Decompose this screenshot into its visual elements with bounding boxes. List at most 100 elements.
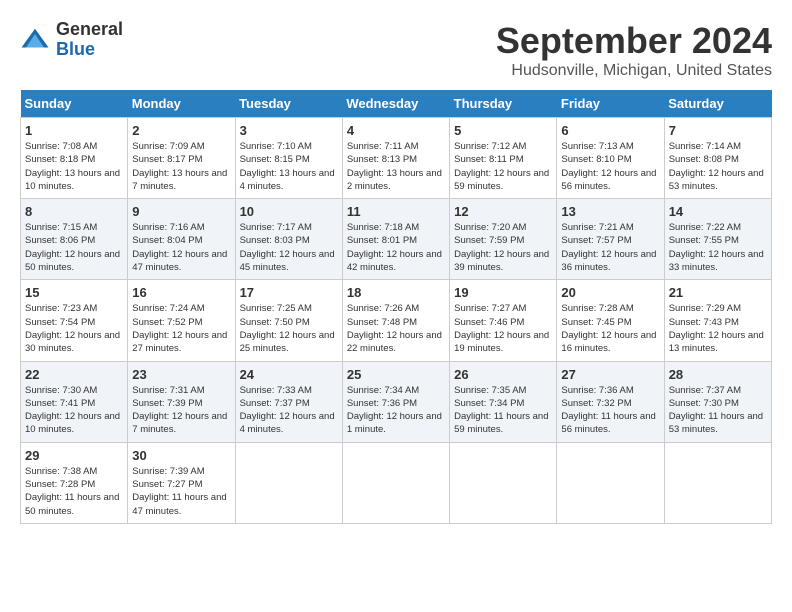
calendar-cell <box>235 442 342 523</box>
weekday-header: Tuesday <box>235 90 342 118</box>
logo-blue: Blue <box>56 40 123 60</box>
calendar-cell: 14 Sunrise: 7:22 AMSunset: 7:55 PMDayligh… <box>664 199 771 280</box>
calendar-cell: 8 Sunrise: 7:15 AMSunset: 8:06 PMDaylight… <box>21 199 128 280</box>
calendar-table: SundayMondayTuesdayWednesdayThursdayFrid… <box>20 90 772 524</box>
calendar-cell: 1 Sunrise: 7:08 AMSunset: 8:18 PMDaylight… <box>21 118 128 199</box>
day-info: Sunrise: 7:10 AMSunset: 8:15 PMDaylight:… <box>240 140 338 193</box>
calendar-cell: 24Sunrise: 7:33 AMSunset: 7:37 PMDayligh… <box>235 361 342 442</box>
weekday-header: Thursday <box>450 90 557 118</box>
day-info: Sunrise: 7:27 AMSunset: 7:46 PMDaylight:… <box>454 302 552 355</box>
day-number: 30 <box>132 448 230 463</box>
calendar-week-row: 8 Sunrise: 7:15 AMSunset: 8:06 PMDaylight… <box>21 199 772 280</box>
day-info: Sunrise: 7:18 AMSunset: 8:01 PMDaylight:… <box>347 221 445 274</box>
day-number: 1 <box>25 123 123 138</box>
day-number: 16 <box>132 285 230 300</box>
calendar-cell: 3 Sunrise: 7:10 AMSunset: 8:15 PMDaylight… <box>235 118 342 199</box>
calendar-cell: 12Sunrise: 7:20 AMSunset: 7:59 PMDayligh… <box>450 199 557 280</box>
day-info: Sunrise: 7:15 AMSunset: 8:06 PMDaylight:… <box>25 221 123 274</box>
day-number: 20 <box>561 285 659 300</box>
calendar-cell: 10 Sunrise: 7:17 AMSunset: 8:03 PMDayligh… <box>235 199 342 280</box>
day-info: Sunrise: 7:14 AMSunset: 8:08 PMDaylight:… <box>669 140 767 193</box>
calendar-cell <box>450 442 557 523</box>
calendar-cell: 26 Sunrise: 7:35 AMSunset: 7:34 PMDayligh… <box>450 361 557 442</box>
day-info: Sunrise: 7:33 AMSunset: 7:37 PMDaylight:… <box>240 384 338 437</box>
day-info: Sunrise: 7:37 AMSunset: 7:30 PMDaylight:… <box>669 384 767 437</box>
calendar-cell: 27 Sunrise: 7:36 AMSunset: 7:32 PMDayligh… <box>557 361 664 442</box>
day-number: 9 <box>132 204 230 219</box>
day-number: 8 <box>25 204 123 219</box>
calendar-cell: 25Sunrise: 7:34 AMSunset: 7:36 PMDayligh… <box>342 361 449 442</box>
calendar-cell <box>557 442 664 523</box>
calendar-cell: 23Sunrise: 7:31 AMSunset: 7:39 PMDayligh… <box>128 361 235 442</box>
day-number: 6 <box>561 123 659 138</box>
weekday-header: Monday <box>128 90 235 118</box>
day-info: Sunrise: 7:28 AMSunset: 7:45 PMDaylight:… <box>561 302 659 355</box>
day-number: 23 <box>132 367 230 382</box>
day-number: 5 <box>454 123 552 138</box>
day-number: 26 <box>454 367 552 382</box>
day-number: 18 <box>347 285 445 300</box>
day-number: 22 <box>25 367 123 382</box>
calendar-cell <box>342 442 449 523</box>
day-info: Sunrise: 7:20 AMSunset: 7:59 PMDaylight:… <box>454 221 552 274</box>
day-number: 21 <box>669 285 767 300</box>
logo-general: General <box>56 20 123 40</box>
subtitle: Hudsonville, Michigan, United States <box>496 62 772 80</box>
logo-icon <box>20 25 50 55</box>
calendar-cell: 4 Sunrise: 7:11 AMSunset: 8:13 PMDaylight… <box>342 118 449 199</box>
day-number: 11 <box>347 204 445 219</box>
day-info: Sunrise: 7:34 AMSunset: 7:36 PMDaylight:… <box>347 384 445 437</box>
title-area: September 2024 Hudsonville, Michigan, Un… <box>496 20 772 80</box>
day-info: Sunrise: 7:23 AMSunset: 7:54 PMDaylight:… <box>25 302 123 355</box>
day-number: 10 <box>240 204 338 219</box>
day-info: Sunrise: 7:30 AMSunset: 7:41 PMDaylight:… <box>25 384 123 437</box>
day-info: Sunrise: 7:22 AMSunset: 7:55 PMDaylight:… <box>669 221 767 274</box>
calendar-cell: 6 Sunrise: 7:13 AMSunset: 8:10 PMDaylight… <box>557 118 664 199</box>
day-info: Sunrise: 7:35 AMSunset: 7:34 PMDaylight:… <box>454 384 552 437</box>
calendar-week-row: 29Sunrise: 7:38 AMSunset: 7:28 PMDayligh… <box>21 442 772 523</box>
calendar-cell: 22 Sunrise: 7:30 AMSunset: 7:41 PMDayligh… <box>21 361 128 442</box>
day-info: Sunrise: 7:17 AMSunset: 8:03 PMDaylight:… <box>240 221 338 274</box>
day-number: 27 <box>561 367 659 382</box>
weekday-header: Sunday <box>21 90 128 118</box>
calendar-cell: 19 Sunrise: 7:27 AMSunset: 7:46 PMDayligh… <box>450 280 557 361</box>
calendar-cell: 7 Sunrise: 7:14 AMSunset: 8:08 PMDaylight… <box>664 118 771 199</box>
calendar-week-row: 15Sunrise: 7:23 AMSunset: 7:54 PMDayligh… <box>21 280 772 361</box>
day-info: Sunrise: 7:09 AMSunset: 8:17 PMDaylight:… <box>132 140 230 193</box>
calendar-cell: 9Sunrise: 7:16 AMSunset: 8:04 PMDaylight… <box>128 199 235 280</box>
day-info: Sunrise: 7:11 AMSunset: 8:13 PMDaylight:… <box>347 140 445 193</box>
day-number: 19 <box>454 285 552 300</box>
day-number: 7 <box>669 123 767 138</box>
calendar-cell <box>664 442 771 523</box>
calendar-cell: 5Sunrise: 7:12 AMSunset: 8:11 PMDaylight… <box>450 118 557 199</box>
calendar-cell: 11 Sunrise: 7:18 AMSunset: 8:01 PMDayligh… <box>342 199 449 280</box>
calendar-cell: 15Sunrise: 7:23 AMSunset: 7:54 PMDayligh… <box>21 280 128 361</box>
day-info: Sunrise: 7:24 AMSunset: 7:52 PMDaylight:… <box>132 302 230 355</box>
day-info: Sunrise: 7:21 AMSunset: 7:57 PMDaylight:… <box>561 221 659 274</box>
day-info: Sunrise: 7:38 AMSunset: 7:28 PMDaylight:… <box>25 465 123 518</box>
day-number: 14 <box>669 204 767 219</box>
calendar-cell: 30 Sunrise: 7:39 AMSunset: 7:27 PMDayligh… <box>128 442 235 523</box>
day-info: Sunrise: 7:39 AMSunset: 7:27 PMDaylight:… <box>132 465 230 518</box>
day-number: 17 <box>240 285 338 300</box>
day-number: 28 <box>669 367 767 382</box>
logo-text: General Blue <box>56 20 123 60</box>
day-info: Sunrise: 7:08 AMSunset: 8:18 PMDaylight:… <box>25 140 123 193</box>
day-number: 2 <box>132 123 230 138</box>
logo: General Blue <box>20 20 123 60</box>
calendar-cell: 28 Sunrise: 7:37 AMSunset: 7:30 PMDayligh… <box>664 361 771 442</box>
day-info: Sunrise: 7:13 AMSunset: 8:10 PMDaylight:… <box>561 140 659 193</box>
calendar-week-row: 22 Sunrise: 7:30 AMSunset: 7:41 PMDayligh… <box>21 361 772 442</box>
calendar-cell: 16 Sunrise: 7:24 AMSunset: 7:52 PMDayligh… <box>128 280 235 361</box>
calendar-cell: 2 Sunrise: 7:09 AMSunset: 8:17 PMDaylight… <box>128 118 235 199</box>
day-info: Sunrise: 7:36 AMSunset: 7:32 PMDaylight:… <box>561 384 659 437</box>
day-info: Sunrise: 7:25 AMSunset: 7:50 PMDaylight:… <box>240 302 338 355</box>
calendar-cell: 29Sunrise: 7:38 AMSunset: 7:28 PMDayligh… <box>21 442 128 523</box>
day-number: 3 <box>240 123 338 138</box>
main-title: September 2024 <box>496 20 772 62</box>
day-info: Sunrise: 7:26 AMSunset: 7:48 PMDaylight:… <box>347 302 445 355</box>
day-info: Sunrise: 7:29 AMSunset: 7:43 PMDaylight:… <box>669 302 767 355</box>
calendar-cell: 17 Sunrise: 7:25 AMSunset: 7:50 PMDayligh… <box>235 280 342 361</box>
day-number: 4 <box>347 123 445 138</box>
weekday-header: Friday <box>557 90 664 118</box>
